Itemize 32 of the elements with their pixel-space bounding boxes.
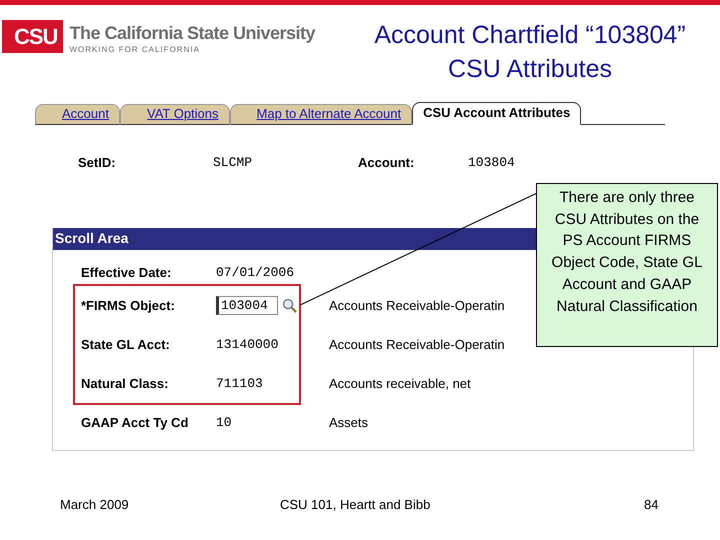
logo-name: The California State University bbox=[69, 23, 316, 44]
field-label: Effective Date: bbox=[81, 264, 172, 280]
field-label: GAAP Acct Ty Cd bbox=[81, 415, 190, 430]
tab[interactable]: VAT Options bbox=[120, 104, 230, 125]
field-value: 13140000 bbox=[216, 337, 280, 352]
field-value: 10 bbox=[216, 415, 233, 430]
footer-date: March 2009 bbox=[60, 497, 130, 512]
logo-tagline: WORKING FOR CALIFORNIA bbox=[69, 45, 201, 54]
page-number: 84 bbox=[644, 497, 658, 512]
field-label: *FIRMS Object: bbox=[81, 298, 176, 313]
field-value: 103804 bbox=[468, 155, 516, 170]
field-description: Assets bbox=[329, 415, 368, 430]
field-label: Natural Class: bbox=[81, 376, 170, 391]
tab[interactable]: Account bbox=[35, 104, 120, 125]
logo-mark: CSU bbox=[2, 20, 64, 53]
field-label: SetID: bbox=[78, 155, 117, 170]
input-field[interactable]: 103004 bbox=[216, 296, 278, 315]
field-label: Account: bbox=[358, 155, 416, 170]
field-description: Accounts Receivable-Operatin bbox=[329, 298, 505, 313]
slide-title: Account Chartfield “103804” bbox=[373, 20, 687, 51]
field-value: 711103 bbox=[216, 376, 264, 391]
field-label: State GL Acct: bbox=[81, 337, 171, 352]
field-value: 07/01/2006 bbox=[216, 264, 296, 280]
field-value: SLCMP bbox=[213, 155, 254, 170]
search-icon[interactable] bbox=[282, 298, 297, 313]
callout-note: There are only three CSU Attributes on the PS Account FIRMS Object Code, State GL Account and GAAP Natural Classification bbox=[536, 183, 718, 347]
footer-text: CSU 101, Heartt and Bibb bbox=[280, 497, 432, 512]
field-description: Accounts Receivable-Operatin bbox=[329, 337, 505, 352]
tab[interactable]: Map to Alternate Account bbox=[230, 104, 412, 125]
slide-title: CSU Attributes bbox=[447, 54, 613, 85]
field-description: Accounts receivable, net bbox=[329, 376, 471, 391]
tab[interactable]: CSU Account Attributes bbox=[412, 102, 582, 125]
